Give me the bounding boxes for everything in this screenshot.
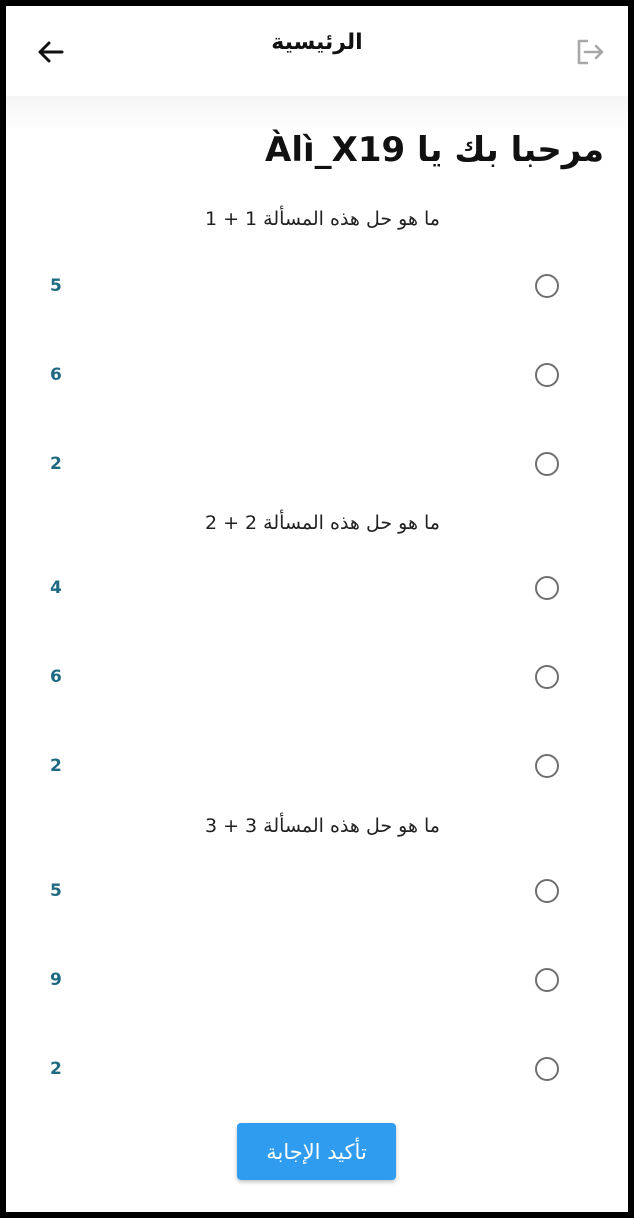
radio-button[interactable]: [535, 879, 559, 903]
radio-button[interactable]: [535, 968, 559, 992]
radio-button[interactable]: [535, 1057, 559, 1081]
radio-button[interactable]: [535, 363, 559, 387]
confirm-answer-button[interactable]: تأكيد الإجابة: [237, 1123, 396, 1180]
app-bar: الرئيسية: [6, 6, 628, 96]
answer-option[interactable]: 4: [6, 570, 628, 610]
radio-button[interactable]: [535, 452, 559, 476]
answer-option[interactable]: 2: [6, 446, 628, 486]
answer-option[interactable]: 5: [6, 268, 628, 308]
answer-option[interactable]: 5: [6, 873, 628, 913]
logout-button[interactable]: [572, 34, 608, 70]
app-bar-shadow: [6, 96, 628, 134]
option-label: 5: [50, 276, 62, 296]
option-label: 6: [50, 667, 62, 687]
page-title: الرئيسية: [271, 30, 363, 55]
question-text: ما هو حل هذه المسألة 1 + 1: [204, 208, 440, 230]
answer-option[interactable]: 6: [6, 659, 628, 699]
option-label: 2: [50, 454, 62, 474]
answer-option[interactable]: 2: [6, 748, 628, 788]
radio-button[interactable]: [535, 576, 559, 600]
radio-button[interactable]: [535, 274, 559, 298]
answer-option[interactable]: 9: [6, 962, 628, 1002]
option-label: 2: [50, 1059, 62, 1079]
option-label: 9: [50, 970, 62, 990]
answer-option[interactable]: 6: [6, 357, 628, 397]
option-label: 5: [50, 881, 62, 901]
logout-icon: [577, 39, 604, 65]
radio-button[interactable]: [535, 665, 559, 689]
option-label: 4: [50, 578, 62, 598]
question-text: ما هو حل هذه المسألة 2 + 2: [204, 512, 440, 534]
welcome-heading: مرحبا بك يا Àlì_X19: [265, 130, 604, 170]
radio-button[interactable]: [535, 754, 559, 778]
option-label: 6: [50, 365, 62, 385]
question-text: ما هو حل هذه المسألة 3 + 3: [204, 815, 440, 837]
app-screen: الرئيسية مرحبا بك يا Àlì_X19 ما هو حل هذ…: [6, 6, 628, 1212]
answer-option[interactable]: 2: [6, 1051, 628, 1091]
option-label: 2: [50, 756, 62, 776]
